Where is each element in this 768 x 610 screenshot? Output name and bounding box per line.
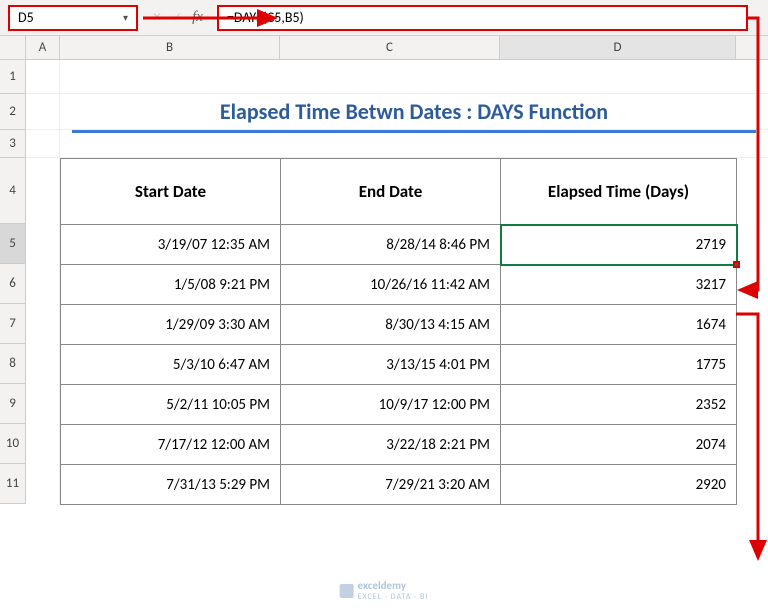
formula-input[interactable]: =DAYS(C5,B5)	[217, 5, 748, 31]
watermark: exceldemy EXCEL · DATA · BI	[340, 579, 429, 602]
table-header-row: Start Date End Date Elapsed Time (Days)	[61, 159, 737, 225]
col-header-c[interactable]: C	[280, 36, 500, 59]
row-header[interactable]: 5	[0, 224, 26, 264]
table-row: 3/19/07 12:35 AM 8/28/14 8:46 PM 2719	[61, 225, 737, 265]
row-header[interactable]: 9	[0, 384, 26, 424]
cell-start[interactable]: 3/19/07 12:35 AM	[61, 225, 281, 265]
cell-days-selected[interactable]: 2719	[501, 225, 737, 265]
cell-start[interactable]: 5/3/10 6:47 AM	[61, 345, 281, 385]
table-row: 5/3/10 6:47 AM 3/13/15 4:01 PM 1775	[61, 345, 737, 385]
row-header[interactable]: 11	[0, 464, 26, 504]
row-headers: 1 2 3 4 5 6 7 8 9 10 11	[0, 60, 26, 505]
watermark-brand: exceldemy	[358, 579, 429, 592]
formula-controls: ✕ ✓ fx	[138, 9, 217, 26]
name-box-value: D5	[18, 9, 34, 26]
row-header[interactable]: 2	[0, 94, 26, 130]
table-row: 1/29/09 3:30 AM 8/30/13 4:15 AM 1674	[61, 305, 737, 345]
row-header[interactable]: 6	[0, 264, 26, 304]
row-header[interactable]: 8	[0, 344, 26, 384]
row-header[interactable]: 10	[0, 424, 26, 464]
row-header[interactable]: 7	[0, 304, 26, 344]
row-header[interactable]: 1	[0, 60, 26, 94]
chevron-down-icon[interactable]: ▾	[123, 11, 128, 24]
cell-end[interactable]: 3/13/15 4:01 PM	[281, 345, 501, 385]
cell-days[interactable]: 1775	[501, 345, 737, 385]
cell-days[interactable]: 1674	[501, 305, 737, 345]
table-row: 1/5/08 9:21 PM 10/26/16 11:42 AM 3217	[61, 265, 737, 305]
cancel-icon[interactable]: ✕	[152, 10, 162, 25]
cell-start[interactable]: 7/31/13 5:29 PM	[61, 465, 281, 505]
cell-days[interactable]: 2074	[501, 425, 737, 465]
col-header-d[interactable]: D	[500, 36, 736, 59]
column-headers: A B C D	[0, 36, 768, 60]
watermark-logo-icon	[340, 584, 354, 598]
enter-icon[interactable]: ✓	[172, 10, 182, 25]
cell-value: 2719	[696, 236, 726, 254]
cell-end[interactable]: 7/29/21 3:20 AM	[281, 465, 501, 505]
col-header-a[interactable]: A	[26, 36, 60, 59]
row-header[interactable]: 3	[0, 130, 26, 158]
cell-start[interactable]: 1/5/08 9:21 PM	[61, 265, 281, 305]
watermark-tag: EXCEL · DATA · BI	[358, 592, 429, 602]
table-row: 7/31/13 5:29 PM 7/29/21 3:20 AM 2920	[61, 465, 737, 505]
cell-days[interactable]: 2352	[501, 385, 737, 425]
page-title: Elapsed Time Betwn Dates : DAYS Function	[72, 94, 756, 133]
name-box[interactable]: D5 ▾	[8, 5, 138, 31]
header-elapsed: Elapsed Time (Days)	[501, 159, 737, 225]
fill-handle[interactable]	[733, 261, 740, 268]
cell-start[interactable]: 1/29/09 3:30 AM	[61, 305, 281, 345]
table-row: 5/2/11 10:05 PM 10/9/17 12:00 PM 2352	[61, 385, 737, 425]
col-header-b[interactable]: B	[60, 36, 280, 59]
cell-start[interactable]: 5/2/11 10:05 PM	[61, 385, 281, 425]
table-row: 7/17/12 12:00 AM 3/22/18 2:21 PM 2074	[61, 425, 737, 465]
formula-text: =DAYS(C5,B5)	[227, 9, 304, 26]
cell-days[interactable]: 2920	[501, 465, 737, 505]
cell-end[interactable]: 8/30/13 4:15 AM	[281, 305, 501, 345]
spreadsheet-grid: A B C D 1 2 3 4 5 6 7 8 9 10 11 Elapsed …	[0, 36, 768, 505]
cells-area[interactable]: Elapsed Time Betwn Dates : DAYS Function…	[26, 60, 768, 505]
cell-end[interactable]: 8/28/14 8:46 PM	[281, 225, 501, 265]
cell-end[interactable]: 3/22/18 2:21 PM	[281, 425, 501, 465]
cell-end[interactable]: 10/9/17 12:00 PM	[281, 385, 501, 425]
header-start: Start Date	[61, 159, 281, 225]
select-all-corner[interactable]	[0, 36, 26, 59]
cell-end[interactable]: 10/26/16 11:42 AM	[281, 265, 501, 305]
cell-start[interactable]: 7/17/12 12:00 AM	[61, 425, 281, 465]
header-end: End Date	[281, 159, 501, 225]
row-header[interactable]: 4	[0, 158, 26, 224]
formula-bar: D5 ▾ ✕ ✓ fx =DAYS(C5,B5)	[0, 0, 768, 36]
data-table: Start Date End Date Elapsed Time (Days) …	[60, 158, 737, 505]
fx-icon[interactable]: fx	[192, 9, 203, 26]
cell-days[interactable]: 3217	[501, 265, 737, 305]
